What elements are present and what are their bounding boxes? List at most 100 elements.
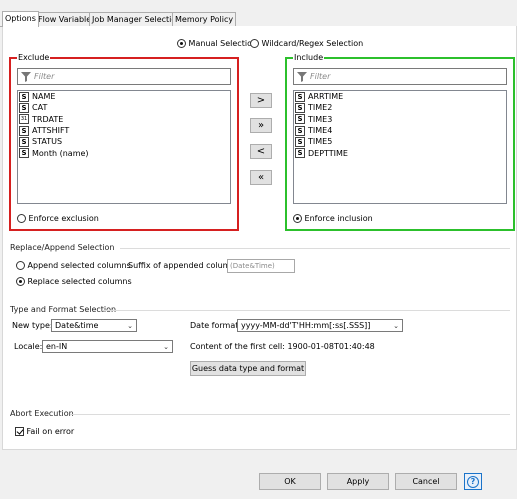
section-divider — [120, 248, 510, 249]
help-button[interactable]: ? — [464, 473, 482, 490]
list-item-label: CAT — [32, 103, 48, 113]
tab-options[interactable]: Options — [2, 11, 39, 27]
include-filter-placeholder: Filter — [310, 72, 331, 81]
section-divider — [70, 414, 510, 415]
cancel-button[interactable]: Cancel — [395, 473, 457, 490]
exclude-title: Exclude — [17, 52, 51, 64]
list-item-label: ATTSHIFT — [32, 126, 70, 136]
enforce-exclusion-radio[interactable]: Enforce exclusion — [17, 214, 99, 224]
chevron-down-icon: ⌄ — [393, 322, 399, 330]
filter-icon — [21, 72, 31, 84]
list-item-label: DEPTTIME — [308, 148, 348, 158]
first-cell-content: Content of the first cell: 1900-01-08T01… — [190, 342, 375, 351]
date-type-icon: 31 — [19, 114, 29, 125]
replace-append-title: Replace/Append Selection — [10, 243, 115, 252]
locale-label: Locale: — [14, 342, 43, 351]
fail-on-error-checkbox[interactable]: Fail on error — [15, 427, 74, 437]
list-item[interactable]: S NAME — [18, 91, 230, 102]
manual-selection-radio[interactable]: Manual Selection — [177, 39, 257, 49]
list-item[interactable]: S TIME4 — [294, 125, 506, 136]
filter-icon — [297, 72, 307, 84]
new-type-label: New type: — [12, 321, 53, 330]
chevron-down-icon: ⌄ — [127, 322, 133, 330]
new-type-value: Date&time — [55, 321, 99, 330]
tab-job-manager-selection[interactable]: Job Manager Selection — [89, 12, 185, 26]
remove-button[interactable]: < — [250, 144, 272, 159]
include-filter-input[interactable]: Filter — [293, 68, 507, 85]
string-type-icon: S — [19, 125, 29, 136]
fail-on-error-label: Fail on error — [26, 427, 75, 436]
string-type-icon: S — [295, 91, 305, 102]
locale-select[interactable]: en-IN ⌄ — [42, 340, 173, 353]
string-type-icon: S — [295, 125, 305, 136]
date-format-label: Date format: — [190, 321, 242, 330]
enforce-exclusion-label: Enforce exclusion — [28, 214, 99, 223]
list-item-label: NAME — [32, 92, 56, 102]
list-item[interactable]: 31 TRDATE — [18, 114, 230, 125]
string-type-icon: S — [19, 148, 29, 159]
list-item[interactable]: S DEPTTIME — [294, 147, 506, 159]
list-item[interactable]: S TIME3 — [294, 114, 506, 125]
include-title: Include — [293, 52, 325, 64]
apply-button[interactable]: Apply — [327, 473, 389, 490]
suffix-input[interactable]: (Date&Time) — [227, 259, 295, 273]
exclude-filter-input[interactable]: Filter — [17, 68, 231, 85]
replace-columns-label: Replace selected columns — [27, 277, 132, 286]
radio-indicator — [293, 214, 302, 223]
list-item[interactable]: S TIME5 — [294, 136, 506, 147]
radio-indicator — [177, 39, 186, 48]
radio-indicator — [16, 277, 25, 286]
ok-button[interactable]: OK — [259, 473, 321, 490]
abort-execution-title: Abort Execution — [10, 409, 74, 418]
include-list[interactable]: S ARRTIME S TIME2 S TIME3 S TIME4 S TIME5 S DE… — [293, 90, 507, 204]
enforce-inclusion-radio[interactable]: Enforce inclusion — [293, 214, 373, 224]
string-type-icon: S — [19, 91, 29, 102]
list-item-label: TRDATE — [32, 114, 64, 124]
list-item-label: TIME3 — [308, 114, 333, 124]
type-format-title: Type and Format Selection — [10, 305, 117, 314]
help-icon: ? — [467, 476, 479, 488]
list-item[interactable]: S STATUS — [18, 136, 230, 147]
add-all-button[interactable]: » — [250, 118, 272, 133]
add-button[interactable]: > — [250, 93, 272, 108]
list-item-label: TIME2 — [308, 103, 333, 113]
include-group: Include Filter S ARRTIME S TIME2 S TIME3 ST… — [285, 52, 515, 231]
list-item[interactable]: S CAT — [18, 102, 230, 113]
string-type-icon: S — [295, 148, 305, 159]
list-item[interactable]: S Month (name) — [18, 147, 230, 159]
guess-type-button[interactable]: Guess data type and format — [190, 361, 306, 376]
list-item[interactable]: S TIME2 — [294, 102, 506, 113]
radio-indicator — [16, 261, 25, 270]
exclude-list[interactable]: S NAME S CAT 31 TRDATE S ATTSHIFT S STATUS SM… — [17, 90, 231, 204]
tab-memory-policy[interactable]: Memory Policy — [172, 12, 237, 26]
date-format-select[interactable]: yyyy-MM-dd'T'HH:mm[:ss[.SSS]] ⌄ — [237, 319, 403, 332]
exclude-group: Exclude Filter S NAME S CAT 31 TRDATE S ATTS… — [9, 52, 239, 231]
date-format-value: yyyy-MM-dd'T'HH:mm[:ss[.SSS]] — [241, 321, 371, 330]
remove-all-button[interactable]: « — [250, 170, 272, 185]
wildcard-selection-radio[interactable]: Wildcard/Regex Selection — [250, 39, 363, 49]
new-type-select[interactable]: Date&time ⌄ — [51, 319, 137, 332]
list-item-label: Month (name) — [32, 148, 89, 158]
string-type-icon: S — [295, 102, 305, 113]
section-divider — [103, 310, 510, 311]
string-type-icon: S — [295, 136, 305, 147]
locale-value: en-IN — [46, 342, 68, 351]
list-item-label: ARRTIME — [308, 92, 344, 102]
append-columns-radio[interactable]: Append selected columns — [16, 261, 131, 271]
list-item-label: TIME4 — [308, 126, 333, 136]
wildcard-selection-label: Wildcard/Regex Selection — [261, 39, 364, 48]
list-item[interactable]: S ARRTIME — [294, 91, 506, 102]
list-item-label: STATUS — [32, 137, 63, 147]
replace-columns-radio[interactable]: Replace selected columns — [16, 277, 132, 287]
append-columns-label: Append selected columns — [27, 261, 131, 270]
string-type-icon: S — [19, 102, 29, 113]
enforce-inclusion-label: Enforce inclusion — [304, 214, 373, 223]
string-type-icon: S — [19, 136, 29, 147]
manual-selection-label: Manual Selection — [188, 39, 258, 48]
exclude-filter-placeholder: Filter — [34, 72, 55, 81]
radio-indicator — [17, 214, 26, 223]
list-item[interactable]: S ATTSHIFT — [18, 125, 230, 136]
list-item-label: TIME5 — [308, 137, 333, 147]
suffix-label: Suffix of appended columns: — [128, 261, 243, 270]
tab-bar: Options Flow Variables Job Manager Selec… — [0, 0, 517, 27]
